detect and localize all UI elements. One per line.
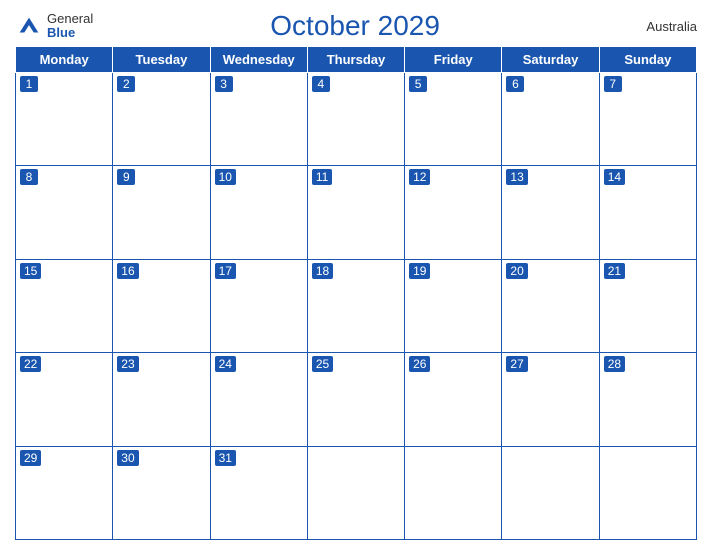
calendar-day-cell: 22	[16, 353, 113, 446]
calendar-day-cell: 30	[113, 446, 210, 539]
calendar-day-cell: 13	[502, 166, 599, 259]
calendar-day-cell: 26	[405, 353, 502, 446]
calendar-week-row: 29 30 31	[16, 446, 697, 539]
calendar-week-row: 15 16 17 18 19 20 21	[16, 259, 697, 352]
calendar-day-cell: 14	[599, 166, 696, 259]
day-number: 7	[604, 76, 622, 92]
day-number: 21	[604, 263, 625, 279]
day-number: 30	[117, 450, 138, 466]
calendar-day-cell: 1	[16, 73, 113, 166]
calendar-day-cell: 7	[599, 73, 696, 166]
calendar-day-cell: 11	[307, 166, 404, 259]
calendar-day-cell: 2	[113, 73, 210, 166]
day-number: 13	[506, 169, 527, 185]
calendar-day-cell: 20	[502, 259, 599, 352]
calendar-day-cell: 10	[210, 166, 307, 259]
day-number: 20	[506, 263, 527, 279]
calendar-table: MondayTuesdayWednesdayThursdayFridaySatu…	[15, 46, 697, 540]
day-number: 8	[20, 169, 38, 185]
calendar-day-cell: 8	[16, 166, 113, 259]
day-number: 27	[506, 356, 527, 372]
weekday-header-wednesday: Wednesday	[210, 47, 307, 73]
weekday-header-tuesday: Tuesday	[113, 47, 210, 73]
calendar-day-cell: 3	[210, 73, 307, 166]
calendar-day-cell: 17	[210, 259, 307, 352]
country-label: Australia	[617, 19, 697, 34]
logo-blue: Blue	[47, 26, 93, 40]
calendar-day-cell: 18	[307, 259, 404, 352]
day-number: 15	[20, 263, 41, 279]
logo-general: General	[47, 12, 93, 26]
day-number: 14	[604, 169, 625, 185]
generalblue-logo-icon	[15, 12, 43, 40]
day-number: 9	[117, 169, 135, 185]
calendar-day-cell: 29	[16, 446, 113, 539]
calendar-week-row: 1 2 3 4 5 6 7	[16, 73, 697, 166]
weekday-header-saturday: Saturday	[502, 47, 599, 73]
calendar-day-cell	[307, 446, 404, 539]
calendar-day-cell: 16	[113, 259, 210, 352]
weekday-header-row: MondayTuesdayWednesdayThursdayFridaySatu…	[16, 47, 697, 73]
day-number: 17	[215, 263, 236, 279]
day-number: 16	[117, 263, 138, 279]
day-number: 5	[409, 76, 427, 92]
day-number: 2	[117, 76, 135, 92]
calendar-day-cell	[502, 446, 599, 539]
calendar-day-cell: 9	[113, 166, 210, 259]
month-title: October 2029	[93, 10, 617, 42]
calendar-week-row: 8 9 10 11 12 13 14	[16, 166, 697, 259]
calendar-day-cell	[599, 446, 696, 539]
calendar-day-cell: 27	[502, 353, 599, 446]
calendar-week-row: 22 23 24 25 26 27 28	[16, 353, 697, 446]
calendar-day-cell: 6	[502, 73, 599, 166]
day-number: 10	[215, 169, 236, 185]
day-number: 6	[506, 76, 524, 92]
weekday-header-sunday: Sunday	[599, 47, 696, 73]
calendar-day-cell: 28	[599, 353, 696, 446]
calendar-header: General Blue October 2029 Australia	[15, 10, 697, 42]
calendar-day-cell: 4	[307, 73, 404, 166]
day-number: 4	[312, 76, 330, 92]
calendar-day-cell: 5	[405, 73, 502, 166]
calendar-day-cell: 31	[210, 446, 307, 539]
day-number: 12	[409, 169, 430, 185]
calendar-day-cell: 23	[113, 353, 210, 446]
day-number: 24	[215, 356, 236, 372]
calendar-day-cell: 25	[307, 353, 404, 446]
day-number: 26	[409, 356, 430, 372]
day-number: 28	[604, 356, 625, 372]
calendar-day-cell: 15	[16, 259, 113, 352]
calendar-day-cell: 21	[599, 259, 696, 352]
calendar-day-cell: 19	[405, 259, 502, 352]
logo: General Blue	[15, 12, 93, 41]
calendar-day-cell: 12	[405, 166, 502, 259]
day-number: 18	[312, 263, 333, 279]
day-number: 3	[215, 76, 233, 92]
calendar-day-cell	[405, 446, 502, 539]
day-number: 23	[117, 356, 138, 372]
logo-text: General Blue	[47, 12, 93, 41]
day-number: 1	[20, 76, 38, 92]
weekday-header-friday: Friday	[405, 47, 502, 73]
day-number: 31	[215, 450, 236, 466]
weekday-header-thursday: Thursday	[307, 47, 404, 73]
calendar-day-cell: 24	[210, 353, 307, 446]
weekday-header-monday: Monday	[16, 47, 113, 73]
day-number: 29	[20, 450, 41, 466]
day-number: 11	[312, 169, 332, 185]
day-number: 22	[20, 356, 41, 372]
day-number: 19	[409, 263, 430, 279]
day-number: 25	[312, 356, 333, 372]
